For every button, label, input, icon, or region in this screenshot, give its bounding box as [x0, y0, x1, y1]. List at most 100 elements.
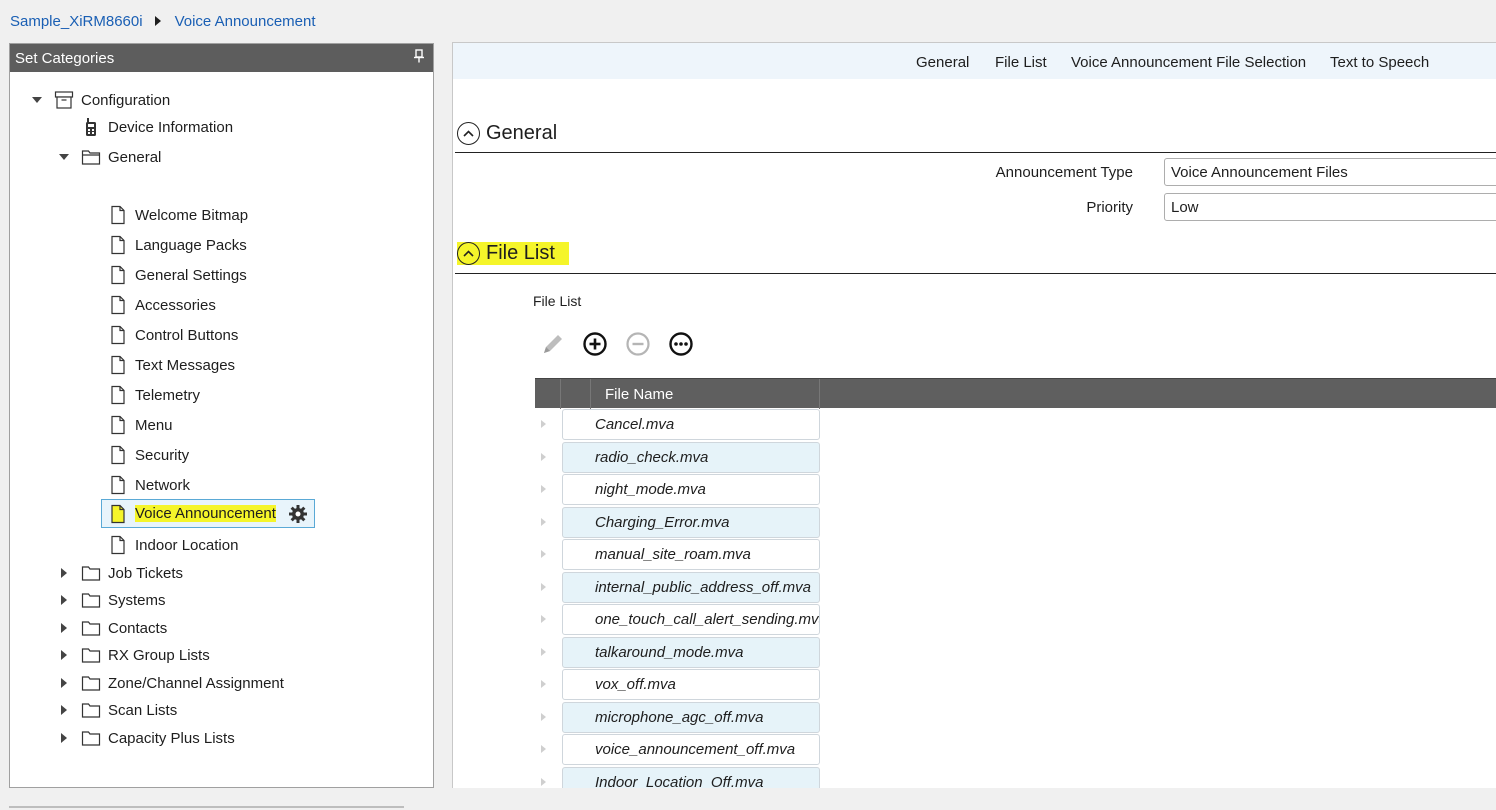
expand-toggle[interactable]: [57, 150, 71, 164]
expand-toggle[interactable]: [57, 731, 71, 745]
row-expander-icon[interactable]: [541, 615, 546, 623]
tab-text-to-speech[interactable]: Text to Speech: [1330, 54, 1429, 71]
gear-icon[interactable]: [288, 504, 308, 524]
table-row[interactable]: Charging_Error.mva: [535, 506, 1496, 538]
chevron-up-icon: [463, 130, 474, 137]
tree-item-systems[interactable]: Systems: [57, 587, 166, 613]
file-name-cell[interactable]: one_touch_call_alert_sending.mva: [562, 604, 820, 635]
expand-toggle[interactable]: [30, 93, 44, 107]
tree-label: RX Group Lists: [108, 646, 210, 664]
collapse-general-button[interactable]: [457, 122, 480, 145]
pin-icon[interactable]: [413, 49, 425, 63]
tree-label: Voice Announcement: [135, 505, 276, 522]
breadcrumb-current[interactable]: Voice Announcement: [175, 13, 316, 30]
row-expander-icon[interactable]: [541, 452, 546, 461]
tree-label: Systems: [108, 591, 166, 609]
horizontal-scrollbar[interactable]: [9, 806, 404, 808]
add-circle-icon[interactable]: [582, 331, 608, 357]
file-name-cell[interactable]: Charging_Error.mva: [562, 506, 820, 538]
tree-label: Capacity Plus Lists: [108, 729, 235, 747]
row-expander-icon[interactable]: [541, 647, 546, 656]
tab-voice-announcement-file-selection[interactable]: Voice Announcement File Selection: [1071, 54, 1306, 71]
table-row[interactable]: Indoor_Location_Off.mva: [535, 766, 1496, 788]
chevron-right-icon: [61, 568, 67, 578]
tree-item-text-messages[interactable]: Text Messages: [108, 352, 235, 378]
table-row[interactable]: one_touch_call_alert_sending.mva: [535, 603, 1496, 635]
table-row[interactable]: voice_announcement_off.mva: [535, 733, 1496, 765]
file-name-cell[interactable]: night_mode.mva: [562, 474, 820, 505]
row-expander-icon[interactable]: [541, 777, 546, 786]
tree-label: Device Information: [108, 118, 234, 136]
file-name-cell[interactable]: radio_check.mva: [562, 441, 820, 473]
file-name-cell[interactable]: vox_off.mva: [562, 669, 820, 700]
tree-item-language-packs[interactable]: Language Packs: [108, 232, 247, 258]
file-name-cell[interactable]: Cancel.mva: [562, 409, 820, 440]
pencil-icon[interactable]: [540, 331, 566, 357]
table-row[interactable]: radio_check.mva: [535, 441, 1496, 473]
tree-item-security[interactable]: Security: [108, 442, 189, 468]
expand-toggle[interactable]: [57, 703, 71, 717]
tree-item-telemetry[interactable]: Telemetry: [108, 382, 200, 408]
grid-header-expander-cell: [535, 379, 561, 409]
archive-box-icon: [54, 91, 74, 109]
breadcrumb-device[interactable]: Sample_XiRM8660i: [10, 13, 143, 30]
section-tabs: General File List Voice Announcement Fil…: [453, 43, 1496, 79]
tree-item-capacity-plus-lists[interactable]: Capacity Plus Lists: [57, 725, 235, 751]
tree-item-scan-lists[interactable]: Scan Lists: [57, 697, 177, 723]
row-expander-icon[interactable]: [541, 712, 546, 721]
table-row[interactable]: Cancel.mva: [535, 408, 1496, 440]
folder-icon: [81, 593, 101, 608]
tree-label: Indoor Location: [135, 536, 239, 554]
tree-item-menu[interactable]: Menu: [108, 412, 173, 438]
tree-item-control-buttons[interactable]: Control Buttons: [108, 322, 238, 348]
column-header-file-name[interactable]: File Name: [591, 379, 820, 409]
table-row[interactable]: talkaround_mode.mva: [535, 636, 1496, 668]
tree-item-device-information[interactable]: Device Information: [81, 114, 233, 140]
table-row[interactable]: vox_off.mva: [535, 668, 1496, 700]
row-expander-icon[interactable]: [541, 745, 546, 753]
table-row[interactable]: manual_site_roam.mva: [535, 538, 1496, 570]
tree-item-accessories[interactable]: Accessories: [108, 292, 216, 318]
tree-item-network[interactable]: Network: [108, 472, 190, 498]
radio-device-icon: [86, 118, 96, 136]
tree-item-zone-channel-assignment[interactable]: Zone/Channel Assignment: [57, 670, 284, 696]
folder-icon: [81, 648, 101, 663]
announcement-type-dropdown[interactable]: Voice Announcement Files: [1164, 158, 1496, 186]
file-name-cell[interactable]: talkaround_mode.mva: [562, 636, 820, 668]
expand-toggle[interactable]: [57, 566, 71, 580]
row-expander-icon[interactable]: [541, 680, 546, 688]
file-name-cell[interactable]: internal_public_address_off.mva: [562, 571, 820, 603]
priority-dropdown[interactable]: Low: [1164, 193, 1496, 221]
expand-toggle[interactable]: [57, 676, 71, 690]
row-expander-icon[interactable]: [541, 550, 546, 558]
more-circle-icon[interactable]: [668, 331, 694, 357]
row-expander-icon[interactable]: [541, 517, 546, 526]
row-expander-icon[interactable]: [541, 420, 546, 428]
remove-circle-icon[interactable]: [625, 331, 651, 357]
table-row[interactable]: microphone_agc_off.mva: [535, 701, 1496, 733]
tree-item-rx-group-lists[interactable]: RX Group Lists: [57, 642, 210, 668]
table-row[interactable]: internal_public_address_off.mva: [535, 571, 1496, 603]
tree-item-contacts[interactable]: Contacts: [57, 615, 167, 641]
tree-item-indoor-location[interactable]: Indoor Location: [108, 532, 238, 558]
file-name-cell[interactable]: manual_site_roam.mva: [562, 539, 820, 570]
tree-item-general[interactable]: General: [57, 144, 161, 170]
table-row[interactable]: night_mode.mva: [535, 473, 1496, 505]
file-name-cell[interactable]: voice_announcement_off.mva: [562, 734, 820, 765]
tab-file-list[interactable]: File List: [995, 54, 1047, 71]
tree-item-configuration[interactable]: Configuration: [30, 87, 170, 113]
document-icon: [111, 355, 125, 375]
row-expander-icon[interactable]: [541, 485, 546, 493]
file-name-cell[interactable]: Indoor_Location_Off.mva: [562, 766, 820, 788]
expand-toggle[interactable]: [57, 648, 71, 662]
file-name-cell[interactable]: microphone_agc_off.mva: [562, 701, 820, 733]
collapse-file-list-button[interactable]: [457, 242, 480, 265]
tree-item-general-settings[interactable]: General Settings: [108, 262, 247, 288]
expand-toggle[interactable]: [57, 593, 71, 607]
expand-toggle[interactable]: [57, 621, 71, 635]
tree-item-job-tickets[interactable]: Job Tickets: [57, 560, 183, 586]
row-expander-icon[interactable]: [541, 582, 546, 591]
tab-general[interactable]: General: [916, 54, 969, 71]
tree-item-welcome-bitmap[interactable]: Welcome Bitmap: [108, 202, 248, 228]
tree-item-voice-announcement[interactable]: Voice Announcement: [101, 499, 315, 528]
